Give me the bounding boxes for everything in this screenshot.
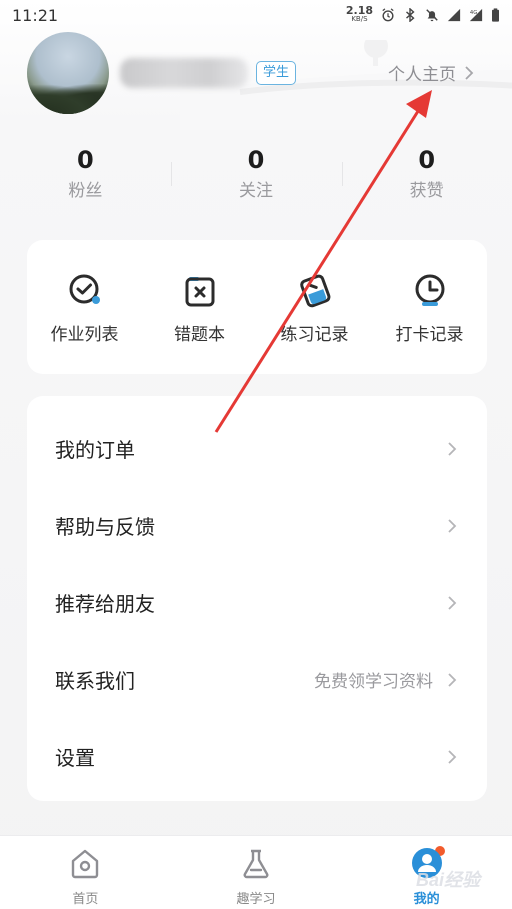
student-badge: 学生 [256,61,297,85]
stat-label: 关注 [239,181,273,201]
menu-item-recommend[interactable]: 推荐给朋友 [27,564,487,641]
wrong-question-book-icon [185,277,214,307]
menu-item-orders[interactable]: 我的订单 [27,410,487,487]
menu-card: 我的订单 帮助与反馈 推荐给朋友 联系我们 免费领学习资料 设置 [27,396,487,801]
avatar[interactable] [27,32,109,114]
stat-fans[interactable]: 0 粉丝 [0,140,171,210]
menu-item-label: 联系我们 [55,669,135,693]
chevron-right-icon [465,65,474,80]
stat-value: 0 [76,146,94,174]
shortcut-label: 错题本 [174,325,225,345]
shortcut-wrong-book[interactable]: 错题本 [142,240,257,374]
profile-home-link[interactable]: 个人主页 [388,60,474,85]
chevron-right-icon [448,595,457,610]
menu-item-label: 设置 [55,746,95,770]
battery-icon [492,8,499,22]
status-time: 11:21 [12,5,59,25]
home-icon [72,849,99,879]
menu-item-extra: 免费领学习资料 [314,672,433,692]
shortcut-label: 练习记录 [280,325,349,345]
profile-home-label: 个人主页 [388,65,456,85]
alarm-icon [382,8,394,22]
shortcut-practice-record[interactable]: 练习记录 [257,240,372,374]
shortcut-checkin-record[interactable]: 打卡记录 [372,240,487,374]
bluetooth-icon [406,8,415,22]
chevron-right-icon [448,518,457,533]
menu-item-label: 帮助与反馈 [55,515,155,539]
watermark: Bai经验 [416,870,481,890]
signal-icon [447,8,461,22]
net-speed-unit: KB/S [351,15,368,23]
status-bar: 11:21 2.18 KB/S 4G [0,0,512,30]
chevron-right-icon [448,441,457,456]
chevron-right-icon [448,749,457,764]
status-icons: 2.18 KB/S 4G [345,4,500,24]
stat-label: 获赞 [409,181,444,201]
stat-divider [171,162,172,186]
stat-following[interactable]: 0 关注 [171,140,342,210]
chevron-right-icon [448,672,457,687]
stats-row: 0 粉丝 0 关注 0 获赞 [0,140,512,210]
stat-likes[interactable]: 0 获赞 [341,140,512,210]
svg-text:4G: 4G [470,10,477,16]
menu-item-label: 我的订单 [55,438,135,462]
shortcut-label: 打卡记录 [395,325,464,345]
tab-home[interactable]: 首页 [0,836,171,909]
username-blurred [120,58,248,88]
mute-icon [426,9,438,22]
homework-list-icon [69,274,100,304]
menu-item-settings[interactable]: 设置 [27,718,487,795]
shortcut-homework-list[interactable]: 作业列表 [27,240,142,374]
my-page: 11:21 2.18 KB/S 4G 学生 个人主页 0 粉丝 0 关注 0 获… [0,0,512,909]
stat-value: 0 [418,146,436,174]
net-speed: 2.18 KB/S [345,4,373,24]
tab-label: 首页 [72,892,99,907]
4g-signal-icon: 4G [469,8,483,22]
avatar-landscape [27,84,109,114]
net-speed-value: 2.18 [345,4,373,17]
stat-label: 粉丝 [68,181,103,201]
checkin-clock-icon [415,274,444,306]
stat-value: 0 [247,146,265,174]
shortcut-label: 作业列表 [50,325,119,345]
tab-label: 趣学习 [236,892,276,907]
menu-item-contact[interactable]: 联系我们 免费领学习资料 [27,641,487,718]
stat-divider [342,162,343,186]
practice-record-icon [299,274,330,308]
menu-item-help-feedback[interactable]: 帮助与反馈 [27,487,487,564]
menu-item-label: 推荐给朋友 [55,592,155,616]
flask-icon [243,849,269,879]
tab-fun-learning[interactable]: 趣学习 [171,836,445,909]
shortcut-card: 作业列表 错题本 练习记录 打卡记录 [27,240,487,374]
